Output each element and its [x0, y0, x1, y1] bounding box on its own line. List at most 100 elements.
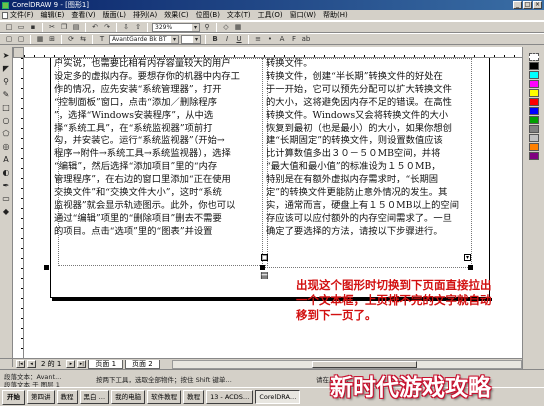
- minimize-button[interactable]: _: [513, 1, 522, 9]
- text-tool-icon[interactable]: A: [1, 155, 11, 165]
- taskbar-button[interactable]: 黑白 …: [79, 390, 110, 404]
- zoom-tool-icon[interactable]: ⚲: [1, 77, 11, 87]
- text-link-tab[interactable]: □: [261, 254, 268, 261]
- maximize-button[interactable]: □: [523, 1, 532, 9]
- menu-file[interactable]: 文件(F): [10, 10, 34, 20]
- menu-edit[interactable]: 编辑(E): [41, 10, 65, 20]
- eyedropper-tool-icon[interactable]: ✒: [1, 181, 11, 191]
- italic-icon[interactable]: I: [222, 35, 232, 44]
- taskbar-button[interactable]: 第四讲: [27, 390, 55, 404]
- next-page-icon[interactable]: ▸: [66, 360, 76, 368]
- text-overflow-tab[interactable]: ▾: [464, 254, 471, 261]
- export-icon[interactable]: ⇧: [133, 23, 143, 32]
- ruler-corner[interactable]: [13, 47, 24, 58]
- selection-handle[interactable]: [468, 265, 473, 270]
- menu-window[interactable]: 窗口(W): [290, 10, 316, 20]
- vertical-ruler[interactable]: [13, 58, 24, 358]
- rotate-icon[interactable]: ⟳: [66, 35, 76, 44]
- print-icon[interactable]: ▦: [233, 23, 243, 32]
- fill-tool-icon[interactable]: ◆: [1, 207, 11, 217]
- color-swatch[interactable]: [528, 62, 539, 70]
- color-swatch[interactable]: [528, 125, 539, 133]
- scale-icon[interactable]: ⊞: [47, 35, 57, 44]
- selection-handle[interactable]: [44, 265, 49, 270]
- color-swatch[interactable]: [528, 98, 539, 106]
- save-icon[interactable]: ▪: [28, 23, 38, 32]
- taskbar-button[interactable]: 我的电脑: [111, 390, 146, 404]
- outline-tool-icon[interactable]: ▭: [1, 194, 11, 204]
- menu-help[interactable]: 帮助(H): [323, 10, 348, 20]
- menu-bitmaps[interactable]: 位图(B): [196, 10, 220, 20]
- zoom-level-select[interactable]: 329%: [152, 22, 200, 32]
- color-swatch[interactable]: [528, 80, 539, 88]
- interactive-tool-icon[interactable]: ◐: [1, 168, 11, 178]
- color-swatch[interactable]: [528, 89, 539, 97]
- font-size-select[interactable]: [181, 34, 201, 44]
- font-select[interactable]: AvantGarde Bk BT: [109, 34, 179, 44]
- document-icon: [2, 12, 8, 19]
- color-swatch[interactable]: [528, 143, 539, 151]
- taskbar-button-active[interactable]: CorelDRA…: [255, 390, 301, 404]
- underline-icon[interactable]: U: [234, 35, 244, 44]
- coreldraw-app-icon: [2, 2, 9, 9]
- rectangle-tool-icon[interactable]: □: [1, 103, 11, 113]
- last-page-icon[interactable]: ▸|: [77, 360, 87, 368]
- wireframe-icon[interactable]: ◇: [221, 23, 231, 32]
- toolbox: ➤ ◤ ⚲ ✎ □ ○ ⬠ ◎ A ◐ ✒ ▭ ◆: [0, 47, 13, 367]
- pick-tool-icon[interactable]: ➤: [1, 51, 11, 61]
- copy-icon[interactable]: ❐: [59, 23, 69, 32]
- color-swatch[interactable]: [528, 71, 539, 79]
- menu-tools[interactable]: 工具(O): [258, 10, 283, 20]
- format-text-icon[interactable]: F: [289, 35, 299, 44]
- taskbar-button[interactable]: 软件教程: [147, 390, 182, 404]
- spiral-tool-icon[interactable]: ◎: [1, 142, 11, 152]
- prev-page-icon[interactable]: ◂: [27, 360, 36, 368]
- frame-icon[interactable]: ▢: [16, 35, 26, 44]
- color-swatch[interactable]: [528, 116, 539, 124]
- new-icon[interactable]: □: [4, 23, 14, 32]
- open-icon[interactable]: ▭: [16, 23, 26, 32]
- taskbar-button[interactable]: 教程: [56, 390, 78, 404]
- mirror-icon[interactable]: ⇆: [78, 35, 88, 44]
- horizontal-ruler[interactable]: [24, 47, 522, 58]
- freehand-tool-icon[interactable]: ✎: [1, 90, 11, 100]
- drawing-canvas[interactable]: 户实说，也需要比相有内存容量较大的用户 设定多的虚拟内存。要想存你的机器中内存工作…: [24, 58, 522, 358]
- cut-icon[interactable]: ✂: [47, 23, 57, 32]
- edit-text-icon[interactable]: ab: [301, 35, 311, 44]
- undo-icon[interactable]: ↶: [90, 23, 100, 32]
- ellipse-tool-icon[interactable]: ○: [1, 116, 11, 126]
- menu-arrange[interactable]: 排列(A): [133, 10, 157, 20]
- align-icon[interactable]: ≡: [253, 35, 263, 44]
- color-swatch[interactable]: [528, 152, 539, 160]
- menu-view[interactable]: 查看(V): [71, 10, 95, 20]
- shape-tool-icon[interactable]: ◤: [1, 64, 11, 74]
- scrollbar-thumb[interactable]: [312, 360, 417, 368]
- import-icon[interactable]: ⇩: [121, 23, 131, 32]
- redo-icon[interactable]: ↷: [102, 23, 112, 32]
- frame-icon[interactable]: ▢: [4, 35, 14, 44]
- grid-icon[interactable]: ▦: [35, 35, 45, 44]
- page-tab-1[interactable]: 页面 1: [88, 359, 124, 369]
- zoom-icon[interactable]: ⚲: [202, 23, 212, 32]
- color-swatch[interactable]: [528, 107, 539, 115]
- taskbar-button[interactable]: 13 - ACDS…: [206, 390, 254, 404]
- paragraph-text-right[interactable]: 转换文件。 转换文件，创建“半长期”转换文件的好处在 于一开始，它可以预先分配可以扩…: [266, 58, 459, 239]
- start-button[interactable]: 开始: [2, 389, 25, 405]
- paste-icon[interactable]: ▤: [71, 23, 81, 32]
- bullet-icon[interactable]: •: [265, 35, 275, 44]
- selection-handle[interactable]: [260, 265, 265, 270]
- polygon-tool-icon[interactable]: ⬠: [1, 129, 11, 139]
- text-line: 确定了要选择的方法，请按以下步骤进行。: [266, 225, 443, 237]
- taskbar-button[interactable]: 教程: [183, 390, 205, 404]
- menu-layout[interactable]: 版面(L): [103, 10, 126, 20]
- menu-text[interactable]: 文本(T): [227, 10, 251, 20]
- close-button[interactable]: ×: [533, 1, 542, 9]
- menu-effects[interactable]: 效果(C): [164, 10, 188, 20]
- page-tab-2[interactable]: 页面 2: [125, 359, 160, 369]
- dropcap-icon[interactable]: A: [277, 35, 287, 44]
- first-page-icon[interactable]: |◂: [16, 360, 25, 368]
- color-swatch[interactable]: [528, 134, 539, 142]
- no-color-swatch[interactable]: [528, 53, 539, 61]
- bold-icon[interactable]: B: [210, 35, 220, 44]
- paragraph-text-left[interactable]: 户实说，也需要比相有内存容量较大的用户 设定多的虚拟内存。要想存你的机器中内存工作…: [54, 58, 240, 239]
